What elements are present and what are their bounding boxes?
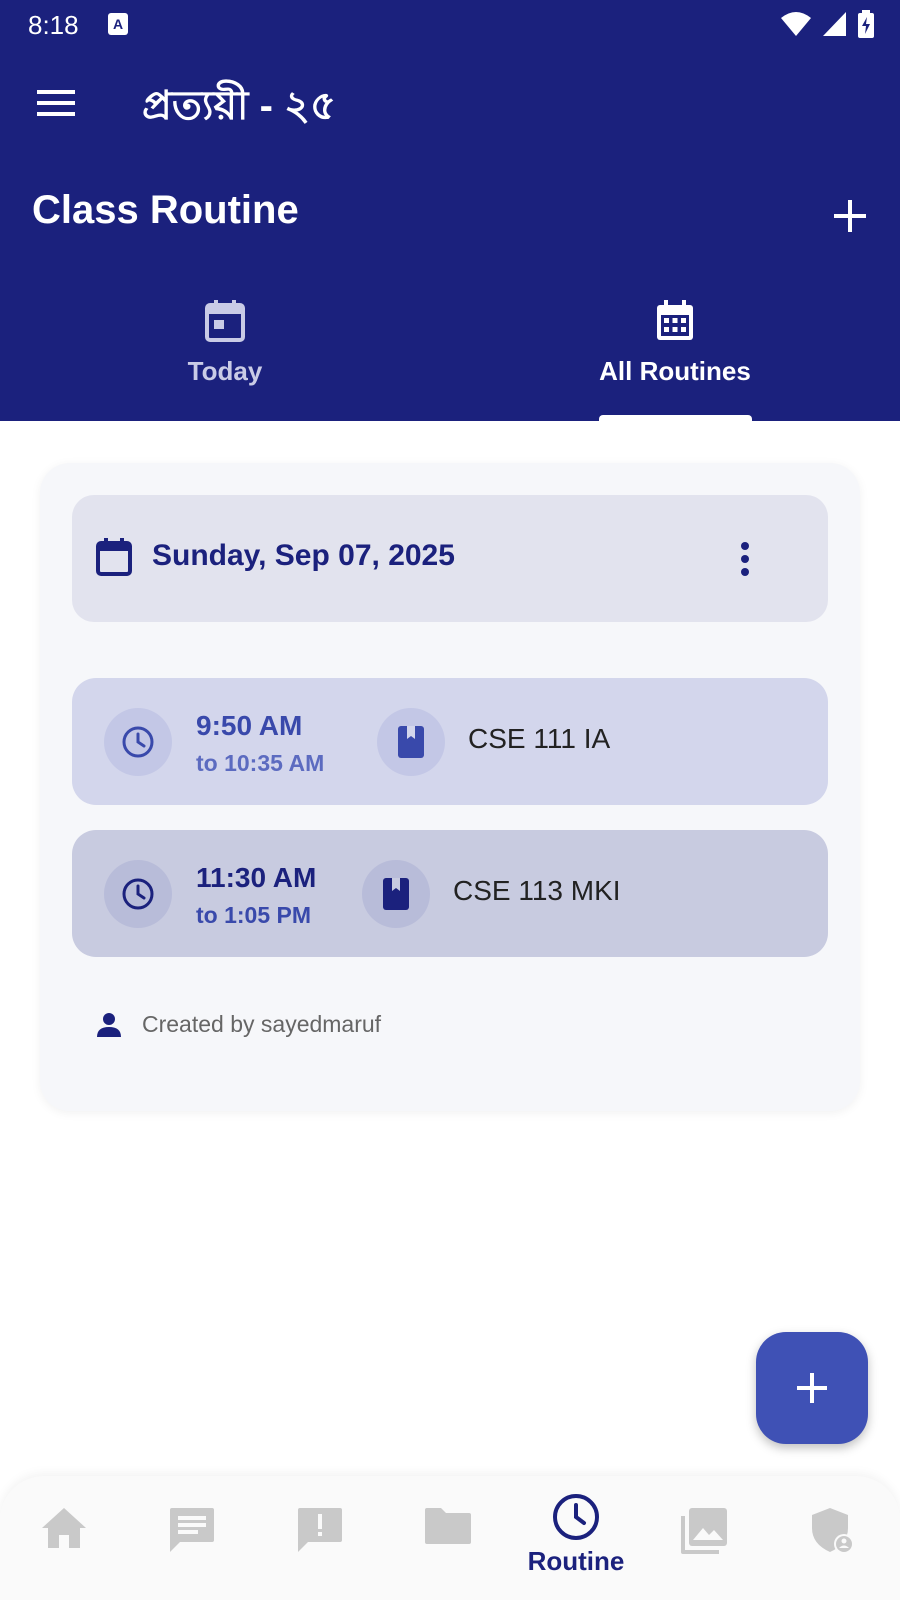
status-time: 8:18 (28, 10, 79, 40)
tab-all-routines[interactable]: All Routines (525, 292, 825, 414)
person-icon (97, 1012, 121, 1037)
slot-start-time: 11:30 AM (196, 862, 317, 893)
more-options-button[interactable] (717, 528, 773, 590)
book-icon (377, 708, 445, 776)
status-bar: 8:18 A (0, 0, 900, 48)
slot-course: CSE 111 IA (468, 723, 611, 754)
tab-today-label: Today (187, 356, 263, 386)
calendar-today-icon (205, 300, 245, 342)
status-icons (780, 10, 874, 38)
nav-files[interactable] (384, 1476, 512, 1600)
page-title: Class Routine (32, 188, 299, 232)
nav-gallery[interactable] (640, 1476, 768, 1600)
created-by: Created by sayedmaruf (96, 1011, 381, 1038)
tab-today[interactable]: Today (75, 292, 375, 414)
plus-icon (797, 1373, 827, 1403)
add-class-fab[interactable] (756, 1332, 868, 1444)
calendar-grid-icon (657, 300, 693, 340)
nav-admin[interactable] (768, 1476, 896, 1600)
clock-icon (104, 708, 172, 776)
wifi-icon (781, 12, 811, 36)
plus-icon (834, 200, 866, 232)
nav-chat[interactable] (128, 1476, 256, 1600)
date-header: Sunday, Sep 07, 2025 (72, 495, 828, 622)
folder-icon (425, 1508, 471, 1544)
nav-routine[interactable]: Routine (512, 1476, 640, 1600)
admin-shield-icon (812, 1508, 854, 1554)
menu-button[interactable] (30, 80, 82, 126)
nav-notices[interactable] (256, 1476, 384, 1600)
slot-start-time: 9:50 AM (196, 710, 303, 741)
notification-icon: A (108, 13, 128, 35)
signal-icon (823, 12, 846, 36)
hamburger-menu-icon (37, 90, 75, 116)
created-by-label: Created by sayedmaruf (142, 1011, 382, 1037)
slot-end-time: to 1:05 PM (196, 902, 312, 928)
clock-icon (104, 860, 172, 928)
routine-date: Sunday, Sep 07, 2025 (152, 539, 455, 572)
class-slot[interactable]: 9:50 AM to 10:35 AM CSE 111 IA (72, 678, 828, 805)
nav-routine-label: Routine (527, 1546, 625, 1576)
clock-icon (553, 1494, 599, 1540)
bottom-navigation: Routine (0, 1476, 900, 1600)
chat-icon (170, 1508, 214, 1552)
alert-icon (298, 1508, 342, 1552)
calendar-icon (96, 538, 132, 576)
battery-icon (858, 10, 874, 38)
book-icon (362, 860, 430, 928)
slot-course: CSE 113 MKI (453, 875, 621, 906)
app-title: প্রত্যয়ী - ২৫ (142, 84, 336, 128)
gallery-icon (681, 1508, 727, 1554)
add-routine-button[interactable] (826, 192, 874, 240)
home-icon (42, 1508, 86, 1548)
slot-end-time: to 10:35 AM (196, 750, 325, 776)
tab-all-routines-label: All Routines (599, 356, 751, 386)
more-vert-icon (741, 542, 749, 576)
class-slot[interactable]: 11:30 AM to 1:05 PM CSE 113 MKI (72, 830, 828, 957)
routine-card: Sunday, Sep 07, 2025 9:50 AM to 10:35 AM… (40, 463, 860, 1111)
nav-home[interactable] (0, 1476, 128, 1600)
app-header: 8:18 A প্রত্যয়ী - ২৫ Class Routine Toda… (0, 0, 900, 421)
tab-indicator (599, 415, 752, 421)
